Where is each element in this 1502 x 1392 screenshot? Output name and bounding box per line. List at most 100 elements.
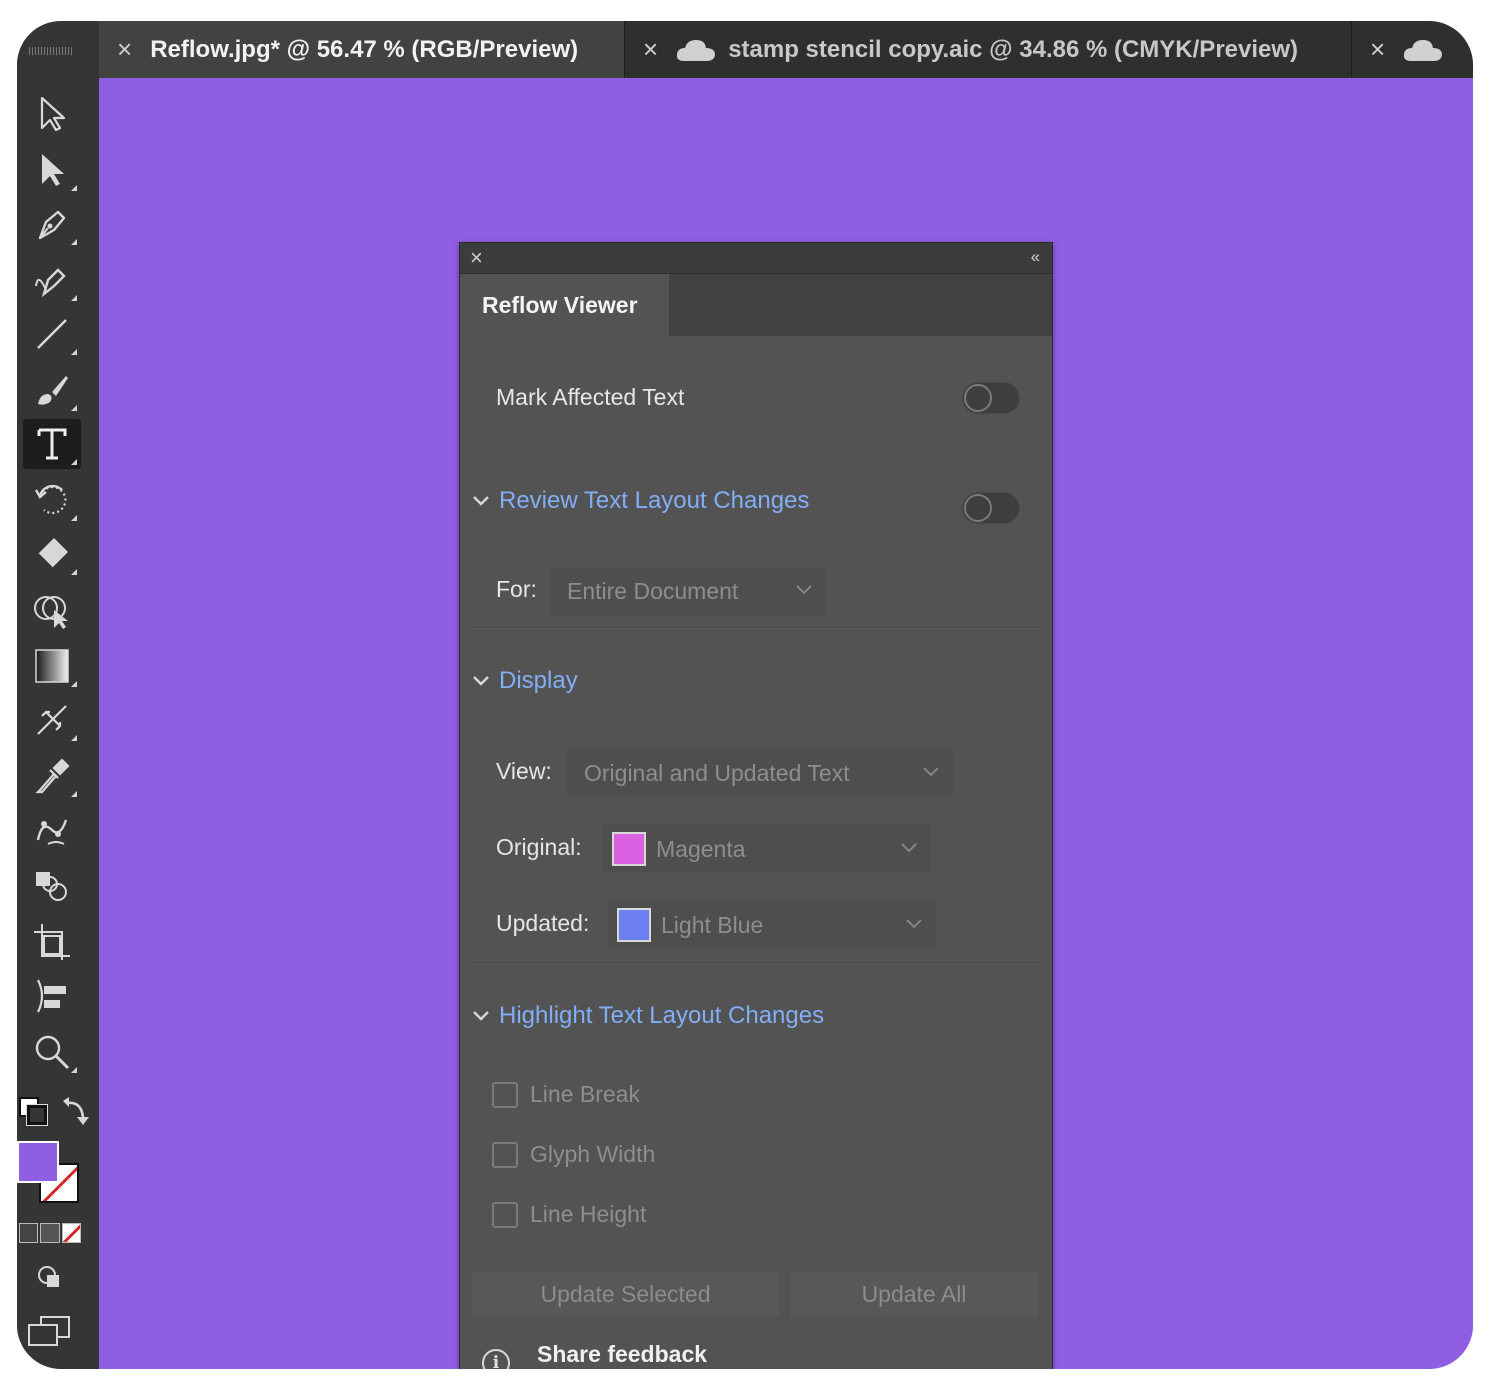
curvature-tool[interactable] <box>23 255 81 305</box>
shape-builder-tool[interactable] <box>23 585 81 635</box>
cloud-document-icon <box>677 39 716 61</box>
panel-tab-row: Reflow Viewer <box>460 274 1052 336</box>
share-feedback-link[interactable]: Share feedback <box>537 1341 707 1369</box>
eyedropper-tool[interactable] <box>23 751 81 801</box>
reflow-viewer-panel: × ‹‹ Reflow Viewer Mark Affected Text Re… <box>459 242 1053 1369</box>
line-tool[interactable] <box>23 309 81 359</box>
glyph-width-checkbox[interactable] <box>492 1142 518 1168</box>
none-button[interactable] <box>61 1223 81 1243</box>
chevron-down-icon <box>901 843 917 853</box>
rotate-tool[interactable] <box>23 475 81 525</box>
color-mode-buttons[interactable] <box>19 1223 81 1243</box>
section-divider <box>472 962 1040 963</box>
blend-tool[interactable] <box>23 861 81 911</box>
update-all-button[interactable]: Update All <box>790 1271 1038 1317</box>
tab-reflow-jpg[interactable]: × Reflow.jpg* @ 56.47 % (RGB/Preview) <box>99 21 625 78</box>
line-break-checkbox[interactable] <box>492 1082 518 1108</box>
view-value: Original and Updated Text <box>584 759 850 786</box>
document-tab-bar: × Reflow.jpg* @ 56.47 % (RGB/Preview) × … <box>99 21 1473 78</box>
pen-icon <box>38 210 66 240</box>
direct-selection-icon <box>42 154 64 186</box>
screen-mode-icon[interactable] <box>27 1315 73 1349</box>
type-icon <box>37 428 67 460</box>
view-dropdown[interactable]: Original and Updated Text <box>567 749 953 797</box>
update-selected-button[interactable]: Update Selected <box>472 1271 779 1317</box>
section-title: Display <box>499 667 578 694</box>
mark-affected-text-toggle[interactable] <box>962 382 1020 414</box>
line-height-checkbox[interactable] <box>492 1202 518 1228</box>
review-text-layout-section-header[interactable]: Review Text Layout Changes <box>472 487 809 515</box>
tab-reflow-viewer[interactable]: Reflow Viewer <box>460 274 669 336</box>
paintbrush-tool[interactable] <box>23 365 81 415</box>
review-text-layout-toggle[interactable] <box>962 492 1020 524</box>
width-tool[interactable] <box>23 695 81 745</box>
original-label: Original: <box>496 834 582 860</box>
highlight-text-layout-section-header[interactable]: Highlight Text Layout Changes <box>472 1002 824 1030</box>
close-tab-icon[interactable]: × <box>643 34 658 65</box>
line-break-label: Line Break <box>530 1081 640 1107</box>
original-value: Magenta <box>656 835 746 862</box>
cloud-document-icon <box>1404 39 1443 61</box>
section-divider <box>472 627 1040 628</box>
direct-selection-tool[interactable] <box>23 145 81 195</box>
swap-fill-stroke-icon[interactable] <box>61 1097 91 1127</box>
for-dropdown[interactable]: Entire Document <box>550 567 826 615</box>
for-value: Entire Document <box>567 577 739 604</box>
tab-label: stamp stencil copy.aic @ 34.86 % (CMYK/P… <box>728 35 1299 63</box>
info-icon[interactable]: i <box>482 1349 510 1369</box>
close-panel-icon[interactable]: × <box>470 245 483 271</box>
color-button[interactable] <box>19 1223 39 1243</box>
rotate-icon <box>34 484 67 515</box>
line-height-label: Line Height <box>530 1201 647 1227</box>
original-color-dropdown[interactable]: Magenta <box>603 825 931 873</box>
updated-color-swatch <box>617 908 651 942</box>
mark-affected-text-label: Mark Affected Text <box>496 384 685 410</box>
view-label: View: <box>496 758 552 784</box>
zoom-icon <box>35 1035 70 1070</box>
artboard-icon <box>34 924 70 960</box>
tab-label: Reflow.jpg* @ 56.47 % (RGB/Preview) <box>150 35 579 63</box>
chevron-down-icon <box>906 919 922 929</box>
display-section-header[interactable]: Display <box>472 667 578 695</box>
pen-tool[interactable] <box>23 199 81 249</box>
artboard-canvas[interactable]: × ‹‹ Reflow Viewer Mark Affected Text Re… <box>99 78 1473 1369</box>
close-tab-icon[interactable]: × <box>117 34 132 65</box>
eraser-tool[interactable] <box>23 529 81 579</box>
tab-third-document[interactable]: × <box>1352 21 1473 78</box>
gradient-button[interactable] <box>40 1223 60 1243</box>
selection-tool[interactable] <box>23 89 81 139</box>
puppet-warp-icon <box>36 819 68 845</box>
type-tool[interactable] <box>23 419 81 469</box>
fill-swatch[interactable] <box>17 1141 59 1183</box>
chevron-down-icon <box>923 767 939 777</box>
default-fill-stroke-icon[interactable] <box>19 1097 47 1125</box>
close-tab-icon[interactable]: × <box>1370 34 1385 65</box>
selection-icon <box>40 96 66 132</box>
tab-stamp-stencil[interactable]: × stamp stencil copy.aic @ 34.86 % (CMYK… <box>625 21 1352 78</box>
puppet-warp-tool[interactable] <box>23 805 81 855</box>
paintbrush-icon <box>38 376 68 405</box>
artboard-tool[interactable] <box>23 917 81 967</box>
curvature-icon <box>35 268 66 298</box>
gradient-tool[interactable] <box>23 641 81 691</box>
panel-header[interactable]: × ‹‹ <box>460 243 1052 274</box>
section-title: Highlight Text Layout Changes <box>499 1002 825 1029</box>
align-tool[interactable] <box>23 971 81 1021</box>
line-segment-icon <box>37 319 67 349</box>
original-color-swatch <box>612 832 646 866</box>
glyph-width-label: Glyph Width <box>530 1141 656 1167</box>
toolbar-grip[interactable] <box>29 47 73 55</box>
for-label: For: <box>496 576 537 602</box>
section-title: Review Text Layout Changes <box>499 487 810 514</box>
chevron-down-icon <box>473 676 489 686</box>
gradient-icon <box>35 649 69 683</box>
chevron-down-icon <box>796 585 812 595</box>
draw-mode-icon[interactable] <box>35 1263 65 1293</box>
zoom-tool[interactable] <box>23 1027 81 1077</box>
collapse-panel-icon[interactable]: ‹‹ <box>1031 247 1040 267</box>
chevron-down-icon <box>473 496 489 506</box>
eyedropper-icon <box>35 758 70 794</box>
chevron-down-icon <box>473 1011 489 1021</box>
updated-color-dropdown[interactable]: Light Blue <box>608 901 936 949</box>
fill-stroke-swatches[interactable] <box>17 1141 83 1207</box>
